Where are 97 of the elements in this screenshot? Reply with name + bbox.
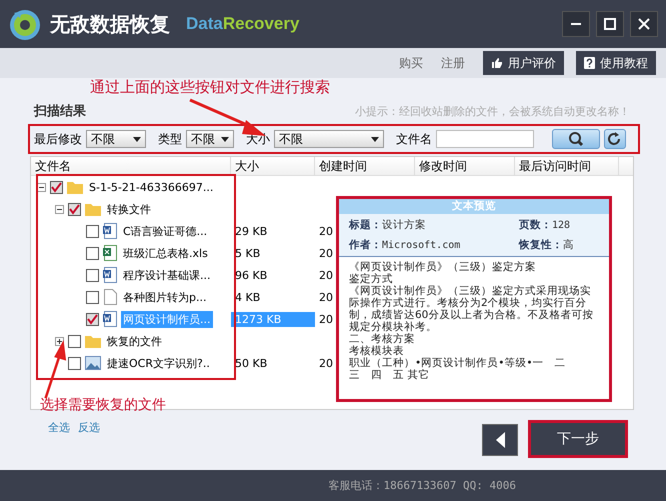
preview-field: 标题：设计方案 (349, 218, 513, 232)
expand-icon[interactable] (55, 336, 64, 346)
back-arrow-icon (495, 432, 505, 448)
close-icon (638, 18, 650, 30)
caret-icon (133, 136, 141, 142)
top-button[interactable]: 用户评价 (483, 51, 564, 75)
file-name[interactable]: 班级汇总表格.xls (121, 244, 210, 262)
file-name[interactable]: 程序设计基础课... (121, 266, 212, 284)
date-cell-text: 20 (318, 268, 333, 282)
column-header[interactable]: 大小 (231, 157, 315, 175)
file-name[interactable]: 捷速OCR文字识别?.. (105, 354, 212, 372)
preview-text: 三 四 五 其它 (349, 369, 430, 381)
file-name[interactable]: 转换文件 (105, 200, 153, 218)
top-link[interactable]: 购买 (399, 54, 423, 72)
back-button[interactable] (482, 424, 518, 456)
preview-text: 二、考核方案 (349, 333, 416, 345)
size-cell-text: 5 KB (234, 246, 262, 260)
checkbox[interactable] (86, 224, 99, 238)
status-text: 客服电话：18667133607 QQ: 4006 (328, 478, 516, 493)
filter-label: 类型 (158, 130, 182, 148)
next-button[interactable]: 下一步 (528, 420, 628, 458)
help-icon (584, 57, 595, 69)
folder-icon (85, 202, 101, 216)
preview-text: 考核模块表 (349, 345, 405, 357)
select-link[interactable]: 反选 (78, 420, 100, 435)
checkbox[interactable] (86, 246, 99, 260)
maximize-icon (604, 18, 616, 30)
preview-title: 文本预览 (339, 199, 609, 214)
date-cell-text: 20 (318, 224, 333, 238)
image-file-icon (85, 356, 101, 370)
checkbox[interactable] (68, 202, 81, 216)
date-cell-text: 20 (318, 312, 333, 326)
checkbox[interactable] (86, 290, 99, 304)
preview-field: 页数：128 (519, 218, 599, 232)
column-header[interactable]: 修改时间 (415, 157, 515, 175)
collapse-icon[interactable] (37, 182, 46, 192)
folder-icon (85, 334, 101, 348)
preview-text: 《网页设计制作员》（三级）鉴定方式采用现场实际操作方式进行。考核分为2个模块，均实行百分制，成绩皆达60分及以上者为合格。不及格者可按规定分模块补考。 (349, 285, 594, 333)
size-cell-text: 96 KB (234, 268, 268, 282)
filter-label: 最后修改 (34, 130, 82, 148)
word-document-icon (103, 223, 117, 239)
thumbs-up-icon (491, 57, 503, 69)
hint-text: 小提示：经回收站删除的文件，会被系统自动更改名称！ (355, 104, 630, 118)
caret-icon (221, 136, 229, 142)
preview-field: 作者：Microsoft.com (349, 238, 513, 252)
maximize-button[interactable] (596, 11, 624, 37)
checkbox[interactable] (50, 180, 63, 194)
annotation-text: 通过上面的这些按钮对文件进行搜索 (90, 78, 330, 97)
folder-icon (67, 180, 83, 194)
filter-label: 文件名 (396, 130, 432, 148)
size-cell: 1273 KB (231, 312, 315, 326)
refresh-icon (607, 131, 623, 147)
preview-field: 恢复性：高 (519, 238, 599, 252)
preview-text: 职业（工种）•网页设计制作员•等级•一 二 (349, 357, 567, 369)
caret-icon (371, 136, 379, 142)
close-button[interactable] (630, 11, 658, 37)
refresh-button[interactable] (604, 129, 626, 149)
filter-dropdown[interactable]: 不限 (274, 130, 384, 148)
checkbox[interactable] (86, 268, 99, 282)
logo-icon (8, 7, 42, 41)
brand-name: DataRecovery (186, 14, 300, 34)
column-header[interactable]: 最后访问时间 (515, 157, 619, 175)
top-button[interactable]: 使用教程 (576, 51, 656, 75)
date-cell-text: 20 (318, 290, 333, 304)
document-icon (103, 289, 117, 305)
word-document-icon (103, 267, 117, 283)
size-cell-text: 4 KB (234, 290, 262, 304)
section-title: 扫描结果 (34, 103, 86, 120)
minimize-button[interactable] (562, 11, 590, 37)
checkbox[interactable] (86, 312, 99, 326)
search-button[interactable] (552, 129, 600, 149)
select-link[interactable]: 全选 (48, 420, 70, 435)
size-cell-text: 29 KB (234, 224, 268, 238)
checkbox[interactable] (68, 356, 81, 370)
collapse-icon[interactable] (55, 204, 64, 214)
filter-dropdown[interactable]: 不限 (186, 130, 234, 148)
app-name: 无敌数据恢复 (50, 10, 170, 38)
preview-text: 鉴定方式 (349, 273, 393, 285)
date-cell-text: 20 (318, 246, 333, 260)
spreadsheet-icon (103, 245, 117, 261)
filename-field[interactable] (436, 130, 534, 148)
word-document-icon (103, 311, 117, 327)
top-link[interactable]: 注册 (441, 54, 465, 72)
search-icon (568, 131, 584, 147)
file-name[interactable]: C语言验证哥德... (121, 222, 210, 240)
date-cell-text: 20 (318, 356, 333, 370)
column-header[interactable]: 文件名 (31, 157, 231, 175)
filter-dropdown[interactable]: 不限 (86, 130, 146, 148)
checkbox[interactable] (68, 334, 81, 348)
minimize-icon (570, 22, 582, 26)
file-name[interactable]: S-1-5-21-463366697... (87, 180, 216, 194)
size-cell-text: 50 KB (234, 356, 268, 370)
file-name[interactable]: 恢复的文件 (105, 332, 164, 350)
column-header[interactable]: 创建时间 (315, 157, 415, 175)
preview-text: 《网页设计制作员》（三级）鉴定方案 (349, 261, 537, 273)
annotation-text: 选择需要恢复的文件 (40, 396, 166, 414)
file-name[interactable]: 各种图片转为p... (121, 288, 208, 306)
